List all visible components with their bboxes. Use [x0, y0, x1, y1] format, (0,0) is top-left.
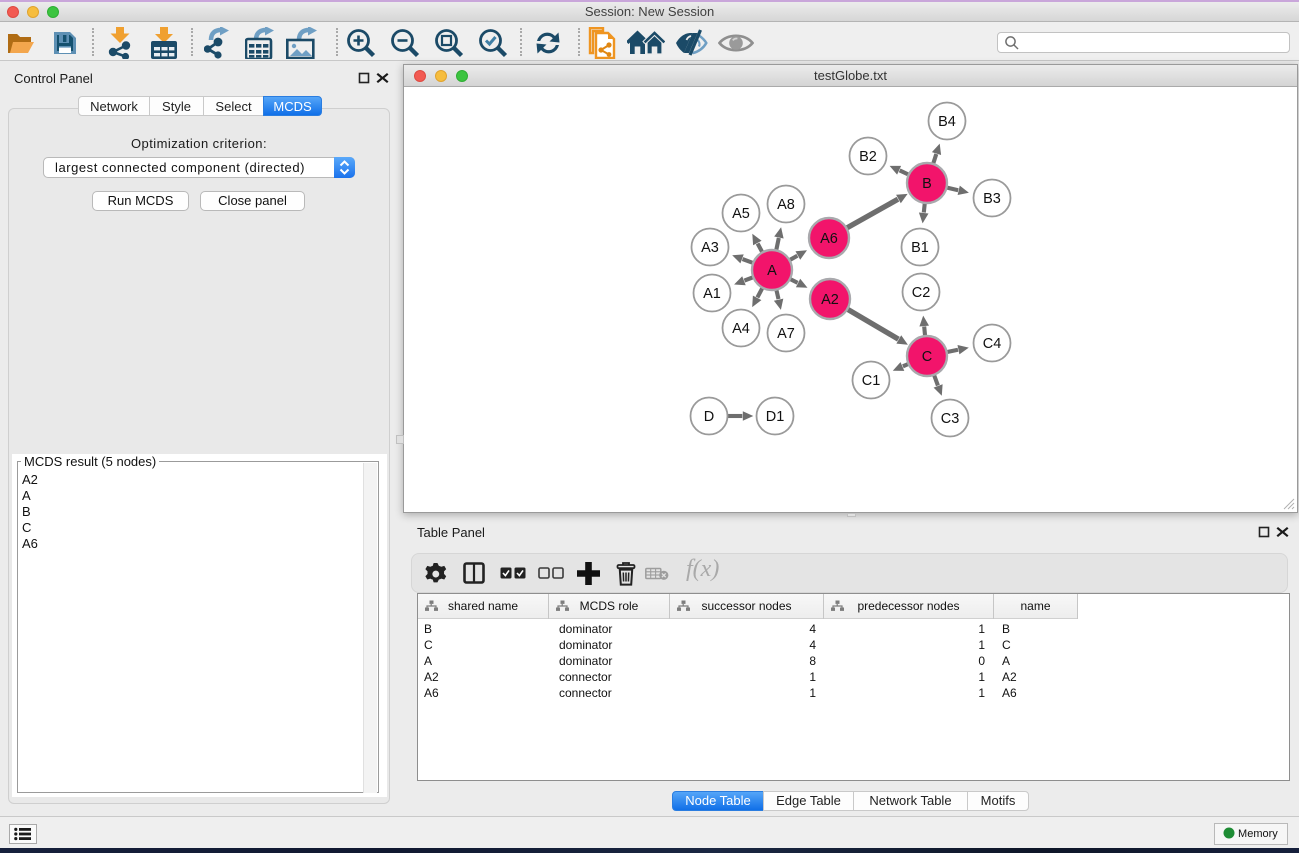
- svg-text:C3: C3: [941, 411, 960, 427]
- svg-text:C4: C4: [983, 336, 1002, 352]
- svg-text:B4: B4: [938, 114, 956, 130]
- svg-text:A4: A4: [732, 321, 750, 337]
- svg-text:C2: C2: [912, 285, 931, 301]
- svg-text:A8: A8: [777, 197, 795, 213]
- svg-text:A5: A5: [732, 206, 750, 222]
- svg-text:B3: B3: [983, 191, 1001, 207]
- svg-text:A1: A1: [703, 286, 721, 302]
- svg-text:A7: A7: [777, 326, 795, 342]
- svg-text:D1: D1: [766, 409, 785, 425]
- svg-text:B1: B1: [911, 240, 929, 256]
- svg-text:A2: A2: [821, 292, 839, 308]
- svg-text:B2: B2: [859, 149, 877, 165]
- svg-text:D: D: [704, 409, 714, 425]
- svg-text:A: A: [767, 263, 777, 279]
- svg-text:A3: A3: [701, 240, 719, 256]
- svg-text:C1: C1: [862, 373, 881, 389]
- svg-text:A6: A6: [820, 231, 838, 247]
- svg-text:C: C: [922, 349, 932, 365]
- svg-text:B: B: [922, 176, 932, 192]
